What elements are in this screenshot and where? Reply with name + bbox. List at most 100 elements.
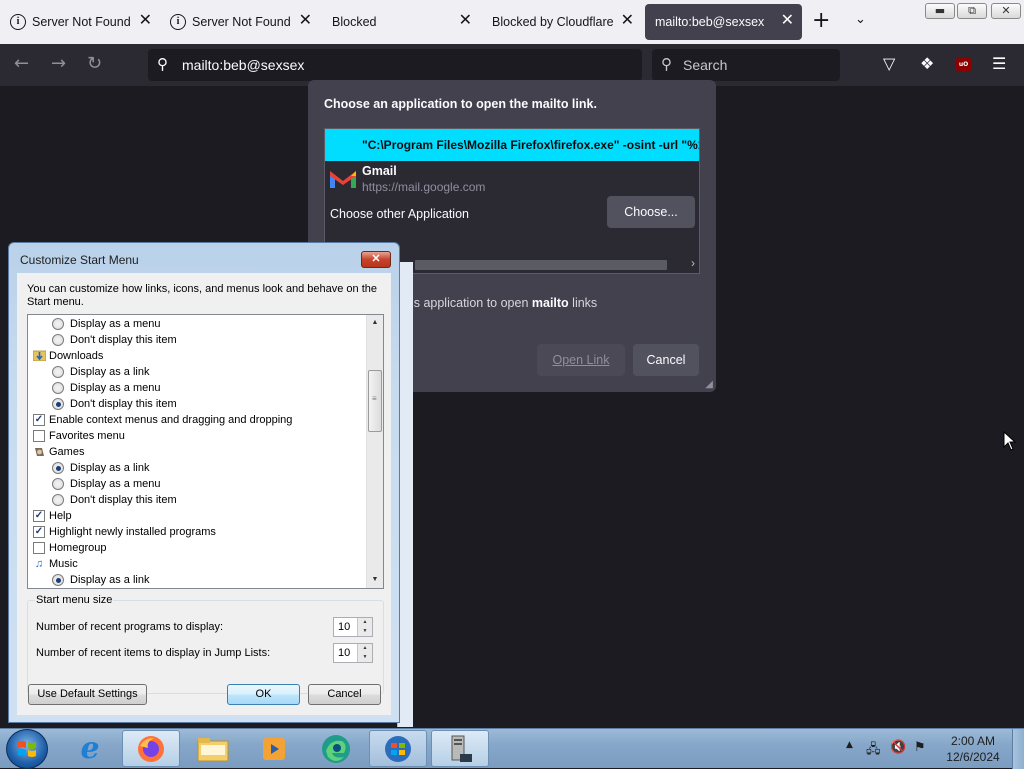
radio-button[interactable] <box>52 494 64 506</box>
start-button[interactable] <box>6 729 48 769</box>
item-label: Display as a link <box>70 462 150 474</box>
new-tab-plus-icon[interactable]: + <box>812 10 830 32</box>
info-icon: i <box>10 14 26 30</box>
url-bar[interactable]: ⚲ mailto:beb@sexsex <box>148 49 642 81</box>
stepper-down-icon[interactable]: ▼ <box>357 627 372 636</box>
stepper-down-icon[interactable]: ▼ <box>357 653 372 662</box>
choose-button[interactable]: Choose... <box>607 196 695 228</box>
list-item[interactable]: Homegroup <box>33 540 106 556</box>
resize-grip-icon[interactable]: ◢ <box>705 379 713 390</box>
close-icon[interactable]: ✕ <box>139 13 152 29</box>
search-bar[interactable]: ⚲ Search <box>652 49 840 81</box>
app-item-firefox[interactable]: "C:\Program Files\Mozilla Firefox\firefo… <box>325 129 699 161</box>
checkbox-checked[interactable]: ✓ <box>33 414 45 426</box>
scroll-down-arrow-icon[interactable]: ▼ <box>367 572 383 588</box>
checkbox[interactable] <box>33 430 45 442</box>
stepper-up-icon[interactable]: ▲ <box>357 618 372 627</box>
list-item[interactable]: Display as a link <box>52 572 149 588</box>
cancel-button[interactable]: Cancel <box>633 344 699 376</box>
hamburger-menu-icon[interactable]: ☰ <box>992 55 1006 73</box>
tab-mailto[interactable]: mailto:beb@sexsex ✕ <box>645 4 802 40</box>
checkbox-checked[interactable]: ✓ <box>33 526 45 538</box>
forward-arrow-icon[interactable]: → <box>51 54 66 74</box>
radio-button[interactable] <box>52 478 64 490</box>
list-item[interactable]: Display as a menu <box>52 476 161 492</box>
action-center-flag-icon[interactable]: ⚑ <box>914 740 926 755</box>
file-explorer-icon <box>197 737 229 761</box>
list-item[interactable]: Display as a link <box>52 460 149 476</box>
radio-button[interactable] <box>52 382 64 394</box>
radio-button[interactable] <box>52 334 64 346</box>
list-item[interactable]: Don't display this item <box>52 332 177 348</box>
tab-server-not-found-2[interactable]: i Server Not Found ✕ <box>160 0 320 44</box>
restore-button[interactable]: ⧉ <box>957 3 987 19</box>
volume-muted-icon[interactable]: 🔇 <box>890 740 906 755</box>
network-icon[interactable]: 🖧 <box>866 740 881 762</box>
reload-icon[interactable]: ↻ <box>87 54 102 74</box>
scrollbar-thumb[interactable] <box>415 260 667 270</box>
taskbar-internet-explorer[interactable]: e <box>61 730 119 767</box>
pocket-icon[interactable]: ▽ <box>883 55 895 73</box>
list-item[interactable]: Display as a link <box>52 364 149 380</box>
list-item[interactable]: ✓ Highlight newly installed programs <box>33 524 216 540</box>
radio-button[interactable] <box>52 366 64 378</box>
tab-server-not-found-1[interactable]: i Server Not Found ✕ <box>0 0 160 44</box>
show-hidden-icons-icon[interactable]: ▲ <box>846 740 853 750</box>
taskbar-firefox[interactable] <box>122 730 180 767</box>
list-item[interactable]: Favorites menu <box>33 428 125 444</box>
clock-date[interactable]: 12/6/2024 <box>930 750 1016 764</box>
radio-button-selected[interactable] <box>52 462 64 474</box>
clock-time[interactable]: 2:00 AM <box>930 734 1016 748</box>
list-item[interactable]: Display as a menu <box>52 380 161 396</box>
close-button[interactable]: ✕ <box>361 251 391 268</box>
taskbar-server-manager[interactable] <box>431 730 489 767</box>
close-icon[interactable]: ✕ <box>621 13 634 29</box>
list-item[interactable]: ✓ Help <box>33 508 72 524</box>
scroll-up-arrow-icon[interactable]: ▲ <box>367 315 383 331</box>
stepper-value[interactable]: 10 <box>338 647 350 659</box>
recent-items-stepper[interactable]: 10 ▲ ▼ <box>333 643 373 663</box>
radio-button-selected[interactable] <box>52 574 64 586</box>
firefox-icon <box>138 735 164 762</box>
stepper-value[interactable]: 10 <box>338 621 350 633</box>
show-desktop-button[interactable] <box>1012 729 1024 769</box>
close-icon[interactable]: ✕ <box>781 13 794 29</box>
extensions-icon[interactable]: ❖ <box>920 55 934 73</box>
back-arrow-icon[interactable]: ← <box>14 54 29 74</box>
taskbar-edge[interactable] <box>307 730 365 767</box>
windows-logo-icon <box>385 735 411 762</box>
taskbar-file-explorer[interactable] <box>184 730 242 767</box>
taskbar-media-player[interactable] <box>245 730 303 767</box>
taskbar-windows-app[interactable] <box>369 730 427 767</box>
tab-blocked[interactable]: Blocked ✕ <box>322 0 480 44</box>
scrollbar-thumb[interactable]: ≡ <box>368 370 382 432</box>
dialog-client-area: You can customize how links, icons, and … <box>17 273 391 715</box>
app-item-gmail[interactable]: Gmail https://mail.google.com <box>325 161 699 195</box>
list-item[interactable]: Display as a menu <box>52 316 161 332</box>
close-icon[interactable]: ✕ <box>459 13 472 29</box>
minimize-button[interactable]: ▬ <box>925 3 955 19</box>
recent-programs-stepper[interactable]: 10 ▲ ▼ <box>333 617 373 637</box>
checkbox[interactable] <box>33 542 45 554</box>
item-label: Don't display this item <box>70 398 177 410</box>
ok-button[interactable]: OK <box>227 684 300 705</box>
checkbox-checked[interactable]: ✓ <box>33 510 45 522</box>
close-icon[interactable]: ✕ <box>299 13 312 29</box>
stepper-up-icon[interactable]: ▲ <box>357 644 372 653</box>
use-default-settings-button[interactable]: Use Default Settings <box>28 684 147 705</box>
radio-button-selected[interactable] <box>52 398 64 410</box>
start-menu-options-list[interactable]: Display as a menu Don't display this ite… <box>27 314 384 589</box>
tab-blocked-by-cloudflare[interactable]: Blocked by Cloudflare ✕ <box>482 0 642 44</box>
chevron-right-icon[interactable]: › <box>691 256 695 270</box>
remember-choice-label[interactable]: his application to open mailto links <box>404 296 597 310</box>
list-item[interactable]: ✓ Enable context menus and dragging and … <box>33 412 292 428</box>
ublock-origin-icon[interactable]: uO <box>956 57 971 72</box>
list-item[interactable]: Don't display this item <box>52 396 177 412</box>
chevron-down-icon[interactable]: ⌄ <box>855 12 866 27</box>
close-window-button[interactable]: ✕ <box>991 3 1021 19</box>
list-item[interactable]: Don't display this item <box>52 492 177 508</box>
cancel-button[interactable]: Cancel <box>308 684 381 705</box>
vertical-scrollbar[interactable]: ▲ ≡ ▼ <box>366 315 383 588</box>
open-link-button[interactable]: Open Link <box>537 344 625 376</box>
radio-button[interactable] <box>52 318 64 330</box>
